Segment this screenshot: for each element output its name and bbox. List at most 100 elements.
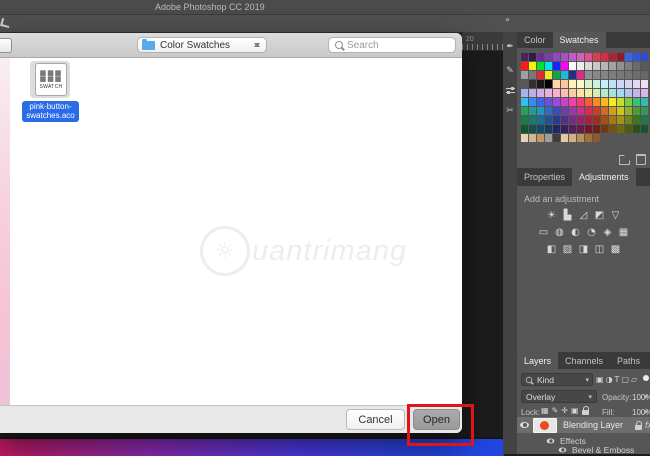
swatch[interactable] <box>585 71 592 79</box>
swatch[interactable] <box>617 116 624 124</box>
swatch[interactable] <box>585 53 592 61</box>
cancel-button[interactable]: Cancel <box>346 409 405 430</box>
swatch[interactable] <box>577 98 584 106</box>
swatch[interactable] <box>561 89 568 97</box>
swatch[interactable] <box>633 53 640 61</box>
swatch[interactable] <box>617 53 624 61</box>
sliders-panel-icon[interactable] <box>506 86 515 94</box>
filter-type-layers-icon[interactable]: T <box>615 373 620 386</box>
swatch[interactable] <box>641 125 648 133</box>
fx-badge[interactable]: fx <box>645 420 650 430</box>
swatch[interactable] <box>521 98 528 106</box>
swatch[interactable] <box>545 107 552 115</box>
swatch[interactable] <box>537 125 544 133</box>
swatch[interactable] <box>617 98 624 106</box>
swatch[interactable] <box>593 89 600 97</box>
swatch[interactable] <box>537 98 544 106</box>
swatch[interactable] <box>529 125 536 133</box>
swatch[interactable] <box>585 89 592 97</box>
swatch[interactable] <box>569 62 576 70</box>
swatch[interactable] <box>537 71 544 79</box>
tab-properties[interactable]: Properties <box>517 168 572 186</box>
lock-transparency-icon[interactable]: ▦ <box>541 406 549 415</box>
swatch[interactable] <box>553 98 560 106</box>
gradient-map-icon[interactable]: ▩ <box>610 244 622 256</box>
swatch[interactable] <box>545 125 552 133</box>
lock-move-icon[interactable]: ✛ <box>561 406 568 415</box>
dock-collapse-icon[interactable]: » <box>505 15 510 24</box>
swatch[interactable] <box>545 71 552 79</box>
swatch[interactable] <box>585 80 592 88</box>
swatch[interactable] <box>625 80 632 88</box>
swatch[interactable] <box>593 98 600 106</box>
swatch[interactable] <box>521 80 528 88</box>
photo-filter-icon[interactable]: ◔ <box>586 227 598 239</box>
swatch[interactable] <box>609 107 616 115</box>
swatch[interactable] <box>529 107 536 115</box>
swatch[interactable] <box>641 71 648 79</box>
swatch[interactable] <box>641 107 648 115</box>
swatch[interactable] <box>553 125 560 133</box>
swatch[interactable] <box>601 107 608 115</box>
new-swatch-icon[interactable] <box>619 155 630 165</box>
swatch[interactable] <box>577 116 584 124</box>
chevron-down-icon[interactable]: ▾ <box>644 408 648 416</box>
swatch[interactable] <box>561 107 568 115</box>
swatch[interactable] <box>641 53 648 61</box>
swatch[interactable] <box>569 80 576 88</box>
effects-visibility-eye-icon[interactable] <box>547 438 555 443</box>
swatch[interactable] <box>617 71 624 79</box>
lock-paint-icon[interactable]: ✎ <box>552 406 559 415</box>
swatch[interactable] <box>617 62 624 70</box>
color-balance-icon[interactable]: ◍ <box>554 227 566 239</box>
swatch[interactable] <box>521 134 528 142</box>
swatch[interactable] <box>585 98 592 106</box>
swatch[interactable] <box>625 116 632 124</box>
swatch[interactable] <box>585 62 592 70</box>
swatch[interactable] <box>601 116 608 124</box>
black-white-icon[interactable]: ◐ <box>570 227 582 239</box>
tab-swatches[interactable]: Swatches <box>553 32 606 48</box>
swatch[interactable] <box>569 107 576 115</box>
swatch[interactable] <box>521 89 528 97</box>
swatch[interactable] <box>521 125 528 133</box>
threshold-icon[interactable]: ◨ <box>578 244 590 256</box>
swatch[interactable] <box>569 53 576 61</box>
tool-presets-panel-icon[interactable]: ✒ <box>503 42 517 52</box>
swatch[interactable] <box>577 125 584 133</box>
swatch[interactable] <box>537 134 544 142</box>
tab-adjustments[interactable]: Adjustments <box>572 168 636 186</box>
layer-row[interactable]: Blending Layer fx <box>517 417 650 433</box>
swatch[interactable] <box>577 62 584 70</box>
swatch[interactable] <box>641 62 648 70</box>
swatch[interactable] <box>529 53 536 61</box>
swatch[interactable] <box>569 116 576 124</box>
swatch[interactable] <box>601 89 608 97</box>
curves-icon[interactable]: ◿ <box>578 210 590 222</box>
swatch[interactable] <box>593 107 600 115</box>
swatch[interactable] <box>561 98 568 106</box>
swatch[interactable] <box>545 62 552 70</box>
swatch[interactable] <box>609 116 616 124</box>
swatch[interactable] <box>585 116 592 124</box>
swatch[interactable] <box>625 71 632 79</box>
swatch[interactable] <box>561 53 568 61</box>
swatch[interactable] <box>529 116 536 124</box>
swatch[interactable] <box>593 71 600 79</box>
swatch[interactable] <box>537 80 544 88</box>
swatch[interactable] <box>545 80 552 88</box>
layer-thumbnail[interactable] <box>533 418 557 433</box>
swatch[interactable] <box>625 89 632 97</box>
swatch[interactable] <box>521 116 528 124</box>
swatch[interactable] <box>593 80 600 88</box>
swatch[interactable] <box>553 53 560 61</box>
swatch[interactable] <box>569 71 576 79</box>
chevron-down-icon[interactable]: ▾ <box>644 393 648 401</box>
swatch[interactable] <box>641 98 648 106</box>
swatch[interactable] <box>521 62 528 70</box>
tab-color[interactable]: Color <box>517 32 553 48</box>
cut-panel-icon[interactable]: ✂ <box>503 106 517 116</box>
swatch[interactable] <box>585 107 592 115</box>
filter-adjustment-layers-icon[interactable]: ◑ <box>606 373 613 386</box>
swatch[interactable] <box>545 89 552 97</box>
